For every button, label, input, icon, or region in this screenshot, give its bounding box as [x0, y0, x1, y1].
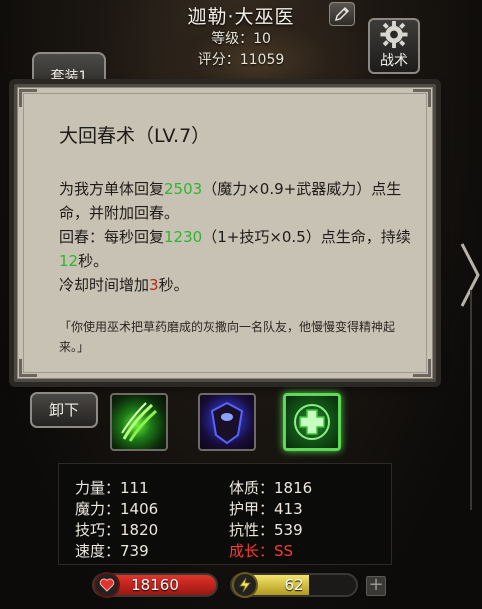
text: 回春：每秒回复 [59, 228, 165, 246]
claw-icon [121, 402, 157, 442]
green-cross-heal-skill-icon[interactable] [283, 393, 341, 451]
text: （1+技巧×0.5）点生命，持续 [202, 228, 411, 246]
shield-icon [210, 401, 244, 445]
description-line-2: 回春：每秒回复1230（1+技巧×0.5）点生命，持续 12秒。 [59, 225, 411, 273]
pencil-icon [334, 6, 350, 22]
tooltip-corner [413, 359, 431, 377]
add-energy-button[interactable]: + [366, 576, 386, 596]
text: 秒。 [78, 252, 109, 270]
stats-panel: 力量：111 体质：1816 魔力：1406 护甲：413 技巧：1820 抗性… [58, 463, 392, 565]
heart-icon [94, 572, 120, 598]
unequip-button[interactable]: 卸下 [30, 392, 98, 428]
duration-value: 12 [59, 252, 79, 270]
tactics-label: 战术 [380, 53, 408, 69]
hot-value: 1230 [164, 228, 203, 246]
description-line-3: 冷却时间增加3秒。 [59, 273, 411, 297]
stat-constitution: 体质：1816 [229, 479, 313, 497]
edit-name-button[interactable] [329, 2, 355, 26]
stat-magic: 魔力：1406 [75, 500, 159, 518]
stat-skill: 技巧：1820 [75, 521, 159, 539]
description-line-1: 为我方单体回复2503（魔力×0.9+武器威力）点生命，并附加回春。 [59, 177, 411, 225]
skill-flavor-quote: 「你使用巫术把草药磨成的灰撒向一名队友，他慢慢变得精神起来。」 [59, 320, 396, 354]
stat-strength: 力量：111 [75, 479, 149, 497]
text: 秒。 [158, 276, 189, 294]
tactics-button[interactable]: 战术 [368, 18, 420, 74]
side-scroll-track [452, 290, 472, 510]
tooltip-corner [413, 89, 431, 107]
stat-speed: 速度：739 [75, 542, 149, 560]
text: 为我方单体回复 [59, 180, 165, 198]
green-claw-skill-icon[interactable] [110, 393, 168, 451]
stat-armor: 护甲：413 [229, 500, 303, 518]
gear-icon [380, 20, 408, 49]
heal-value: 2503 [164, 180, 203, 198]
tooltip-corner [19, 89, 37, 107]
skill-title: 大回春术（LV.7） [59, 125, 211, 147]
text: 冷却时间增加 [59, 276, 150, 294]
lightning-icon [232, 572, 258, 598]
cooldown-value: 3 [149, 276, 159, 294]
dark-shield-skill-icon[interactable] [198, 393, 256, 451]
skill-description: 为我方单体回复2503（魔力×0.9+武器威力）点生命，并附加回春。 回春：每秒… [59, 177, 411, 297]
tooltip-corner [19, 359, 37, 377]
stat-resistance: 抗性：539 [229, 521, 303, 539]
skill-tooltip: 大回春术（LV.7） 为我方单体回复2503（魔力×0.9+武器威力）点生命，并… [14, 84, 436, 382]
heal-cross-icon [294, 404, 330, 440]
stat-growth: 成长：SS [229, 542, 294, 560]
